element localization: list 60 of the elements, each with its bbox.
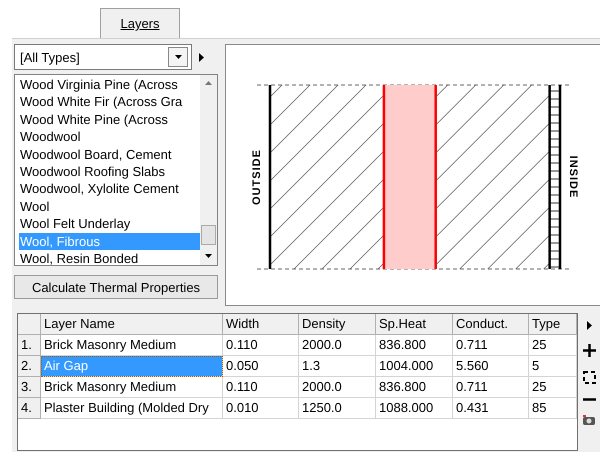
- table-cell: 0.711: [453, 377, 529, 398]
- material-item[interactable]: Wood Virginia Pine (Across: [19, 76, 200, 94]
- material-item[interactable]: Woodwool Board, Cement: [19, 146, 200, 163]
- material-item[interactable]: Woodwool: [19, 128, 200, 146]
- layers-tab[interactable]: Layers: [100, 8, 180, 38]
- table-cell: 1088.000: [376, 398, 453, 419]
- table-cell: 0.711: [453, 335, 529, 356]
- table-cell: 0.110: [223, 377, 299, 398]
- corner-header: [18, 314, 41, 335]
- material-item[interactable]: Wool, Resin Bonded: [19, 250, 200, 265]
- table-cell: 836.800: [376, 335, 453, 356]
- table-cell: Brick Masonry Medium: [41, 335, 223, 356]
- column-header[interactable]: Type: [529, 314, 577, 335]
- type-filter-dropdown[interactable]: [All Types]: [14, 44, 192, 70]
- scroll-up-icon: [205, 79, 212, 88]
- row-number[interactable]: 3.: [18, 377, 41, 398]
- material-item[interactable]: Woodwool Roofing Slabs: [19, 162, 200, 180]
- more-arrow-icon: [586, 321, 592, 330]
- table-cell: 0.431: [453, 398, 529, 419]
- column-header[interactable]: Density: [299, 314, 376, 335]
- calculate-button[interactable]: Calculate Thermal Properties: [14, 275, 218, 299]
- material-list[interactable]: [14, 74, 218, 266]
- table-cell: 25: [529, 377, 577, 398]
- material-item[interactable]: Wool: [19, 198, 200, 216]
- table-cell: Air Gap: [41, 356, 223, 377]
- table-cell: 5.560: [453, 356, 529, 377]
- column-header[interactable]: Conduct.: [453, 314, 529, 335]
- column-header[interactable]: Width: [223, 314, 299, 335]
- caret-icon: [174, 52, 182, 62]
- scrollbar-thumb[interactable]: [201, 225, 216, 245]
- table-cell: 2000.0: [299, 377, 376, 398]
- remove-icon[interactable]: [582, 398, 596, 401]
- row-number[interactable]: 1.: [18, 335, 41, 356]
- table-cell: 1004.000: [376, 356, 453, 377]
- inside-label: INSIDE: [567, 156, 579, 198]
- table-cell: 1250.0: [299, 398, 376, 419]
- expand-arrow-icon: [198, 52, 205, 62]
- camera-icon[interactable]: [583, 415, 595, 425]
- material-item[interactable]: Wood White Fir (Across Gra: [19, 93, 200, 111]
- table-cell: 836.800: [376, 377, 453, 398]
- table-cell: 2000.0: [299, 335, 376, 356]
- table-cell: 0.010: [223, 398, 299, 419]
- material-item[interactable]: Wool Felt Underlay: [19, 215, 200, 233]
- selection-icon[interactable]: [582, 371, 596, 384]
- table-cell: 1.3: [299, 356, 376, 377]
- table-cell: 85: [529, 398, 577, 419]
- row-number[interactable]: 2.: [18, 356, 41, 377]
- table-cell: 0.110: [223, 335, 299, 356]
- add-icon[interactable]: [582, 344, 596, 357]
- table-cell: Brick Masonry Medium: [41, 377, 223, 398]
- row-number[interactable]: 4.: [18, 398, 41, 419]
- table-cell: 5: [529, 356, 577, 377]
- column-header[interactable]: Layer Name: [41, 314, 223, 335]
- table-cell: Plaster Building (Molded Dry: [41, 398, 223, 419]
- material-item[interactable]: Woodwool, Xylolite Cement: [19, 180, 200, 198]
- table-cell: 0.050: [223, 356, 299, 377]
- column-header[interactable]: Sp.Heat: [376, 314, 453, 335]
- material-item[interactable]: Wood White Pine (Across: [19, 110, 200, 128]
- table-cell: 25: [529, 335, 577, 356]
- outside-label: OUTSIDE: [251, 149, 263, 205]
